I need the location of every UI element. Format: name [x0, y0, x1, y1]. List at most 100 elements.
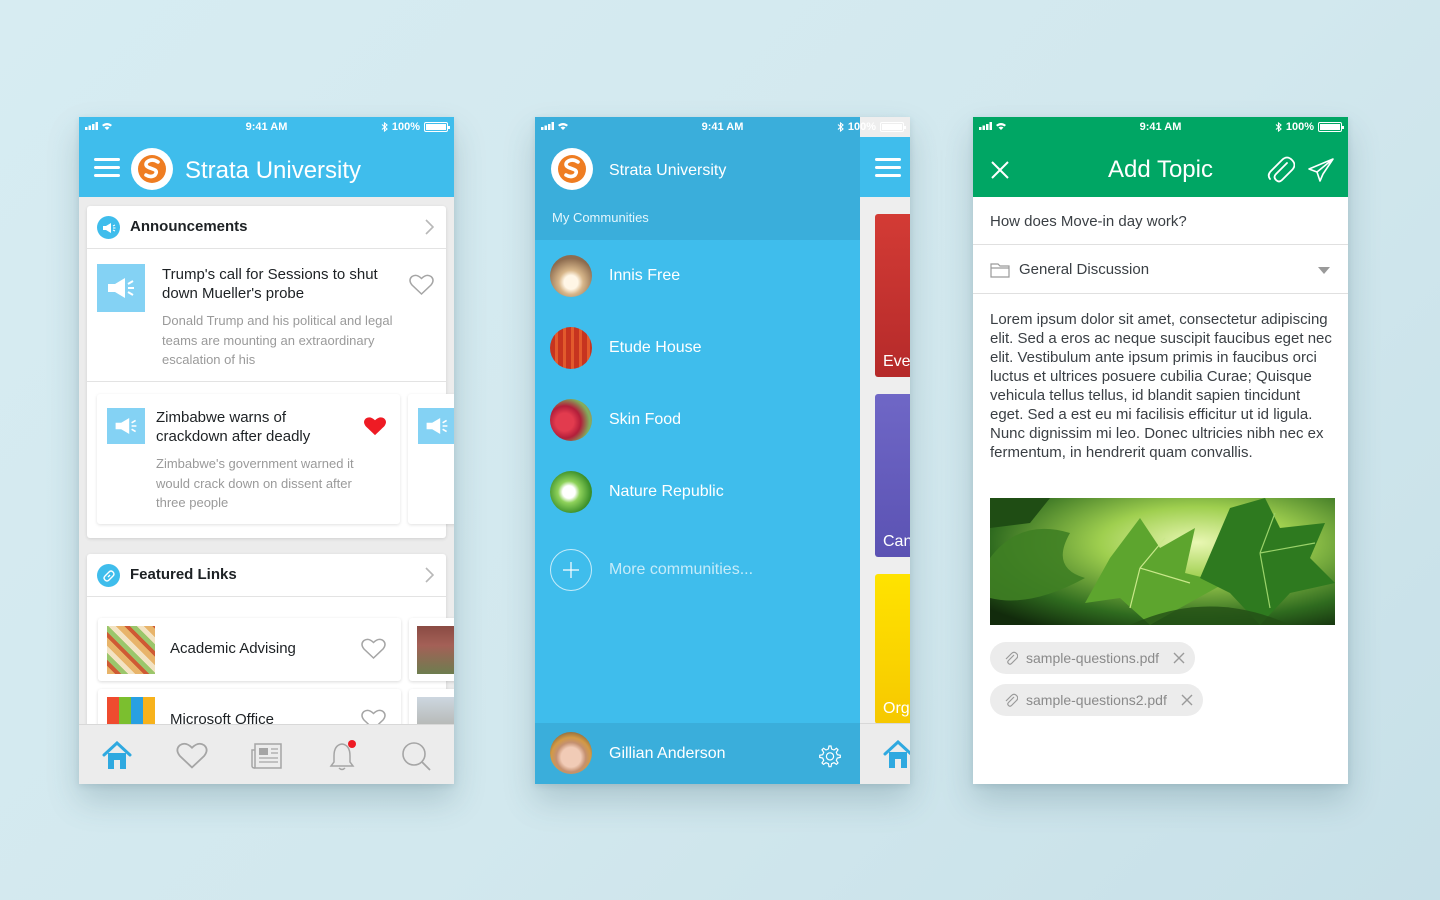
- user-avatar[interactable]: [550, 732, 592, 774]
- menu-icon[interactable]: [94, 158, 120, 178]
- puzzle-thumbnail: [107, 626, 155, 674]
- divider: [87, 381, 446, 382]
- user-name[interactable]: Gillian Anderson: [609, 745, 726, 763]
- featured-link-card-peek[interactable]: [409, 618, 454, 681]
- link-icon: [97, 564, 120, 587]
- chevron-right-icon: [425, 219, 434, 235]
- community-label: Etude House: [609, 339, 702, 356]
- battery-indicator: 100%: [381, 121, 450, 133]
- community-avatar: [550, 255, 592, 297]
- background-content-peek: Eve Can Org: [860, 117, 910, 784]
- heart-outline-icon[interactable]: [361, 638, 386, 660]
- attachment-chip[interactable]: sample-questions2.pdf: [990, 684, 1203, 716]
- battery-indicator: 100%: [1275, 121, 1344, 133]
- drawer-header: 9:41 AM 100% Strata University My Commun…: [535, 117, 906, 240]
- home-icon[interactable]: [100, 739, 134, 773]
- more-communities-label: More communities...: [609, 561, 754, 578]
- paperclip-icon: [1005, 693, 1018, 707]
- app-header: 9:41 AM 100% Strata University: [79, 117, 454, 197]
- heart-outline-icon[interactable]: [409, 274, 434, 296]
- community-avatar: [550, 471, 592, 513]
- bell-icon[interactable]: [325, 739, 359, 773]
- megaphone-icon: [108, 278, 134, 298]
- strata-logo: [551, 148, 593, 190]
- search-icon[interactable]: [399, 739, 433, 773]
- strip-card-label: Org: [883, 700, 910, 717]
- announcement-title[interactable]: Trump's call for Sessions to shut down M…: [162, 265, 382, 303]
- community-item[interactable]: Innis Free: [550, 255, 850, 299]
- news-icon[interactable]: [250, 739, 284, 773]
- bottom-tab-bar: [79, 724, 454, 784]
- paperclip-icon[interactable]: [1267, 155, 1295, 185]
- category-value: General Discussion: [1019, 261, 1150, 278]
- attachment-chip[interactable]: sample-questions.pdf: [990, 642, 1196, 674]
- battery-icon: [1318, 122, 1344, 132]
- category-select[interactable]: General Discussion: [973, 245, 1348, 294]
- megaphone-icon: [426, 418, 448, 434]
- battery-percent: 100%: [391, 121, 420, 133]
- status-bar: 9:41 AM 100%: [973, 117, 1348, 137]
- communities-section-label: My Communities: [552, 210, 649, 225]
- announcement-card[interactable]: Zimbabwe warns of crackdown after deadly…: [97, 394, 400, 524]
- battery-percent: 100%: [1285, 121, 1314, 133]
- strip-header: [860, 137, 910, 197]
- announcement-thumbnail: [107, 408, 145, 444]
- send-icon[interactable]: [1307, 157, 1335, 183]
- status-bar: 9:41 AM 100%: [535, 117, 910, 137]
- remove-icon[interactable]: [1173, 652, 1185, 664]
- bluetooth-icon: [1275, 122, 1282, 132]
- phone-home-screen: 9:41 AM 100% Strata University Announcem…: [79, 117, 454, 784]
- bluetooth-icon: [837, 122, 844, 132]
- community-label: Skin Food: [609, 411, 682, 428]
- announcement-thumbnail: [418, 408, 454, 444]
- app-title: Strata University: [185, 157, 362, 184]
- battery-icon: [424, 122, 450, 132]
- announcement-title: Zimbabwe warns of crackdown after deadly: [156, 409, 311, 445]
- strip-card[interactable]: Can: [875, 394, 910, 557]
- strip-card[interactable]: Eve: [875, 214, 910, 377]
- menu-icon[interactable]: [875, 158, 901, 178]
- community-avatar: [550, 327, 592, 369]
- topic-question-text: How does Move-in day work?: [990, 213, 1187, 230]
- featured-links-heading: Featured Links: [130, 566, 237, 583]
- announcement-card-peek[interactable]: [408, 394, 454, 524]
- battery-indicator: 100%: [837, 121, 906, 133]
- attached-image: [990, 498, 1335, 625]
- community-item[interactable]: Nature Republic: [550, 471, 850, 515]
- community-avatar: [550, 399, 592, 441]
- chevron-right-icon: [425, 567, 434, 583]
- attachment-filename: sample-questions.pdf: [1026, 650, 1160, 666]
- community-label: Nature Republic: [609, 483, 724, 500]
- announcements-heading: Announcements: [130, 218, 248, 235]
- navigation-drawer: 9:41 AM 100% Strata University My Commun…: [535, 117, 906, 784]
- featured-links-header[interactable]: Featured Links: [87, 554, 446, 597]
- phone-add-topic-screen: 9:41 AM 100% Add Topic How does Move-in …: [973, 117, 1348, 784]
- heart-icon[interactable]: [175, 739, 209, 773]
- link-label: Academic Advising: [170, 640, 296, 657]
- megaphone-icon: [97, 216, 120, 239]
- topic-body-text[interactable]: Lorem ipsum dolor sit amet, consectetur …: [990, 310, 1335, 462]
- heart-filled-icon[interactable]: [363, 416, 387, 437]
- announcements-header[interactable]: Announcements: [87, 206, 446, 249]
- strip-card[interactable]: Org: [875, 574, 910, 724]
- drawer-footer: Gillian Anderson: [535, 723, 860, 784]
- community-item[interactable]: Skin Food: [550, 399, 850, 443]
- drawer-app-title: Strata University: [609, 162, 727, 179]
- featured-link-card[interactable]: Academic Advising: [98, 618, 401, 681]
- community-item[interactable]: Etude House: [550, 327, 850, 371]
- bluetooth-icon: [381, 122, 388, 132]
- topic-question-field[interactable]: How does Move-in day work?: [973, 197, 1348, 245]
- football-thumbnail: [417, 626, 454, 674]
- dropdown-arrow-icon: [1318, 267, 1330, 274]
- strip-card-label: Eve: [883, 353, 910, 370]
- strata-logo: [131, 148, 173, 190]
- remove-icon[interactable]: [1181, 694, 1193, 706]
- strip-tabbar: [860, 723, 910, 784]
- community-label: Innis Free: [609, 267, 681, 284]
- announcement-body: Zimbabwe's government warned it would cr…: [156, 456, 354, 510]
- home-icon[interactable]: [882, 740, 910, 770]
- more-communities-item[interactable]: More communities...: [550, 549, 850, 593]
- megaphone-icon: [115, 418, 137, 434]
- attachment-filename: sample-questions2.pdf: [1026, 692, 1167, 708]
- gear-icon[interactable]: [816, 744, 842, 770]
